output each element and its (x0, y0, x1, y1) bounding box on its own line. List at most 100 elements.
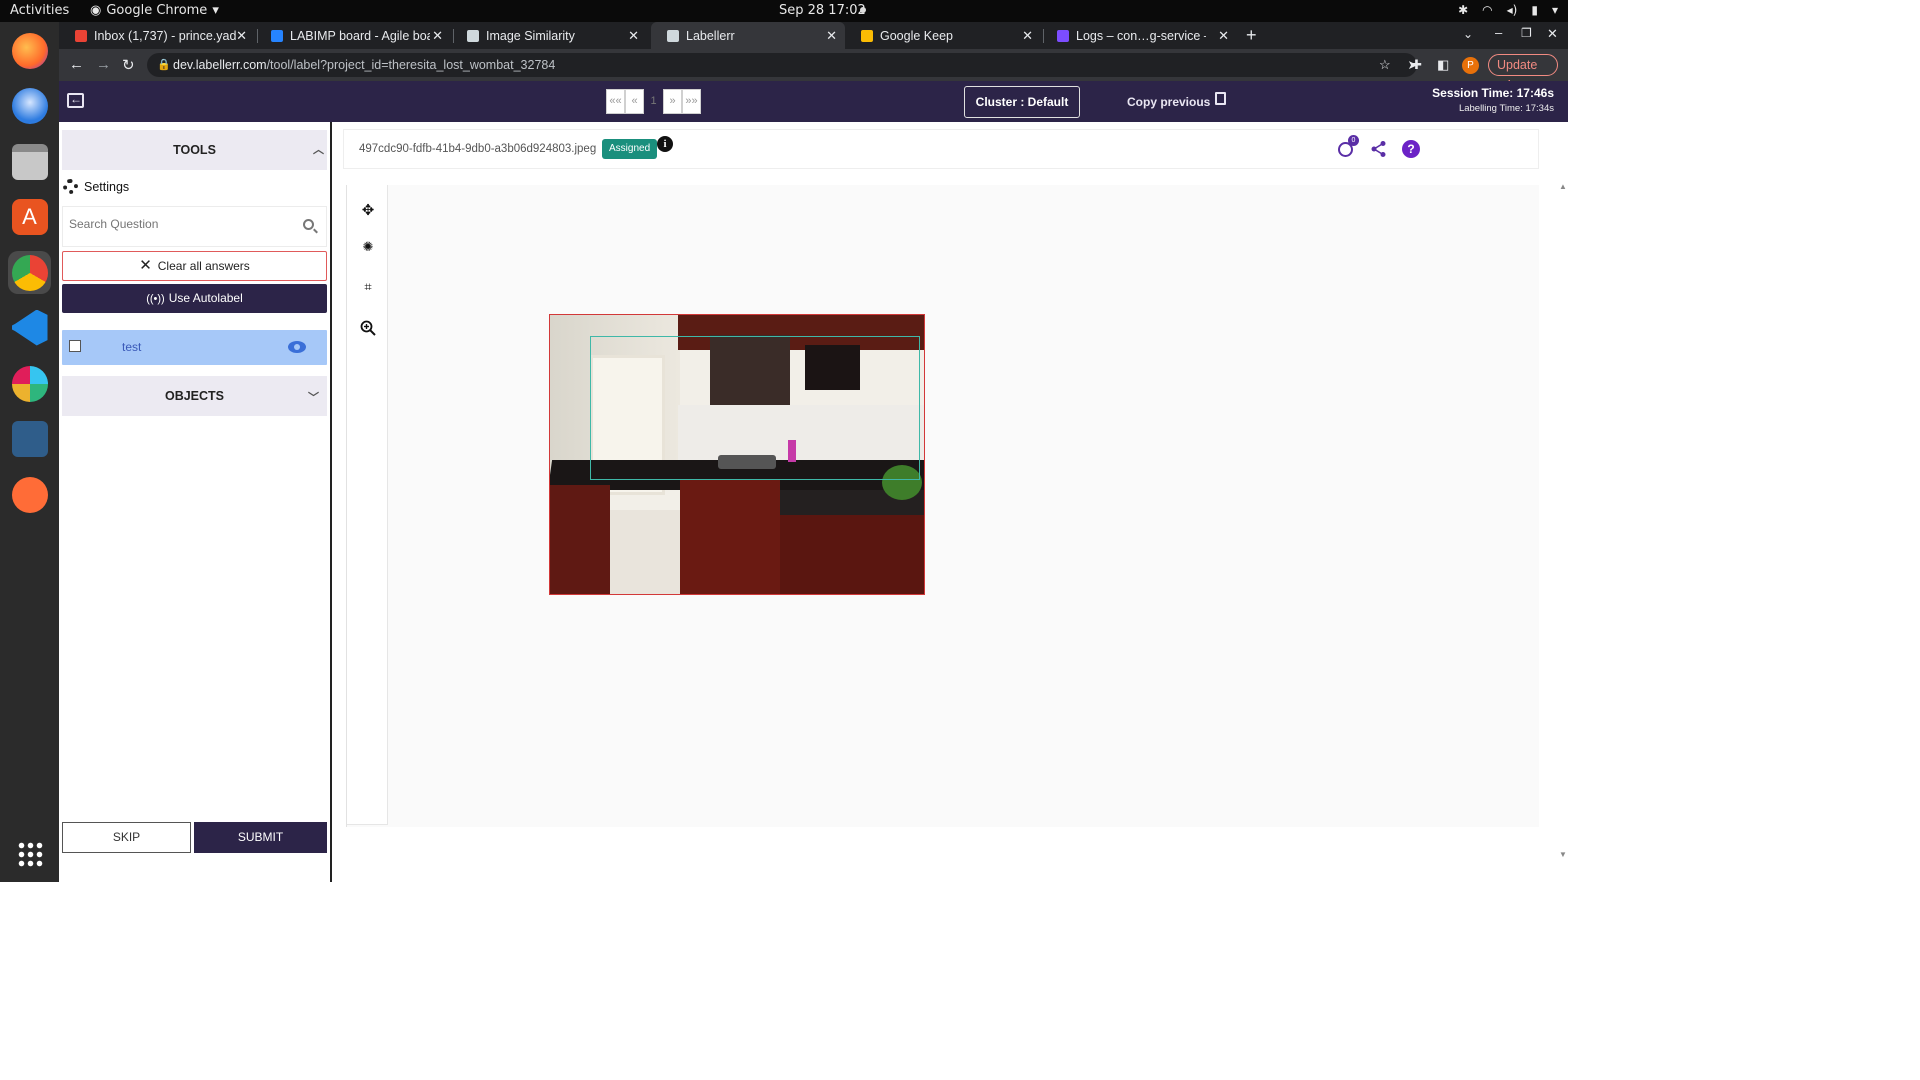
thunderbird-launcher[interactable] (8, 84, 51, 127)
copy-previous-label: Copy previous (1127, 95, 1211, 109)
file-name: 497cdc90-fdfb-41b4-9db0-a3b06d924803.jpe… (359, 143, 597, 155)
focus-icon[interactable]: ✺ (360, 239, 376, 255)
session-timers: Session Time: 17:46s Labelling Time: 17:… (1432, 86, 1554, 114)
objects-title: OBJECTS (164, 389, 225, 403)
slack-tray-icon[interactable]: ✱ (1458, 3, 1468, 17)
jira-favicon-icon (271, 29, 283, 42)
system-tray[interactable]: ✱ ◠ ◂) ▮ ▾ (1458, 3, 1558, 17)
scroll-down-icon[interactable]: ▼ (1559, 850, 1567, 859)
profile-avatar[interactable]: P (1462, 57, 1479, 74)
tools-header[interactable]: TOOLS ︿ (62, 130, 327, 170)
battery-icon[interactable]: ▮ (1531, 3, 1538, 17)
eye-icon[interactable] (288, 341, 306, 353)
tab-inbox[interactable]: Inbox (1,737) - prince.yad ✕ (59, 22, 255, 49)
search-icon[interactable] (303, 219, 314, 230)
window-close-icon[interactable]: ✕ (1547, 26, 1558, 42)
tool-checkbox[interactable] (69, 340, 81, 352)
side-panel-icon[interactable]: ◧ (1437, 57, 1449, 73)
close-icon[interactable]: ✕ (628, 28, 639, 44)
collapse-panel-icon[interactable] (67, 92, 84, 108)
clock[interactable]: Sep 28 17:02 (779, 3, 866, 18)
app-menu[interactable]: ◉ Google Chrome ▾ (90, 3, 219, 18)
chevron-down-icon: ﹀ (308, 392, 319, 404)
history-count: 0 (1348, 135, 1359, 146)
crop-icon[interactable]: ⌗ (360, 279, 376, 295)
tool-item-label: test (122, 340, 142, 354)
volume-icon[interactable]: ◂) (1507, 3, 1518, 17)
current-page[interactable]: 1 (644, 89, 663, 114)
thunderbird-icon (11, 87, 48, 124)
move-icon[interactable]: ✥ (360, 203, 376, 219)
slack-launcher[interactable] (8, 362, 51, 405)
search-question-input[interactable] (69, 217, 289, 231)
files-launcher[interactable] (8, 140, 51, 183)
skip-button[interactable]: SKIP (62, 822, 191, 853)
session-time: Session Time: 17:46s (1432, 86, 1554, 100)
postman-launcher[interactable] (8, 473, 51, 516)
bookmark-star-icon[interactable]: ☆ (1379, 57, 1391, 73)
autolabel-label: Use Autolabel (168, 291, 243, 305)
minimize-icon[interactable]: – (1495, 25, 1502, 40)
activities-button[interactable]: Activities (10, 3, 69, 18)
first-page-button[interactable]: «« (606, 89, 625, 114)
close-icon[interactable]: ✕ (432, 28, 443, 44)
firefox-icon (11, 32, 48, 69)
forward-icon[interactable]: → (96, 56, 111, 73)
last-page-button[interactable]: »» (682, 89, 701, 114)
zoom-in-icon[interactable] (360, 320, 376, 336)
clear-all-answers-button[interactable]: ✕ Clear all answers (62, 251, 327, 281)
firefox-launcher[interactable] (8, 29, 51, 72)
wifi-icon[interactable]: ◠ (1482, 3, 1492, 17)
annotation-canvas[interactable]: ✥ ✺ ⌗ (346, 185, 1539, 827)
use-autolabel-button[interactable]: ((•)) Use Autolabel (62, 284, 327, 313)
vertical-scrollbar[interactable]: ▲ ▼ (1558, 182, 1568, 862)
history-icon[interactable]: 0 (1337, 135, 1359, 158)
tools-title: TOOLS (173, 143, 216, 157)
cluster-button[interactable]: Cluster : Default (964, 86, 1080, 118)
status-badge: Assigned (602, 139, 658, 159)
postman-icon (11, 476, 48, 513)
reload-icon[interactable]: ↻ (122, 56, 135, 74)
caret-down-icon: ▾ (212, 3, 219, 18)
scroll-up-icon[interactable]: ▲ (1559, 182, 1567, 191)
tab-search-icon[interactable]: ⌄ (1463, 27, 1473, 41)
system-top-bar: Activities ◉ Google Chrome ▾ Sep 28 17:0… (0, 0, 1568, 22)
bounding-box[interactable] (590, 336, 920, 480)
tab-google-keep[interactable]: Google Keep ✕ (845, 22, 1041, 49)
maximize-icon[interactable]: ❐ (1521, 26, 1532, 40)
info-icon[interactable]: i (657, 136, 673, 152)
share-icon[interactable] (1370, 140, 1388, 158)
update-button[interactable]: Update ⋮ (1488, 54, 1558, 92)
settings-link[interactable]: Settings (63, 179, 129, 194)
show-apps-launcher[interactable] (8, 832, 51, 875)
image-region (610, 510, 690, 594)
tab-title: LABIMP board - Agile boa (290, 28, 430, 43)
close-icon[interactable]: ✕ (826, 28, 837, 44)
submit-button[interactable]: SUBMIT (194, 822, 327, 853)
tool-item-test[interactable]: test (62, 330, 327, 365)
extensions-icon[interactable]: ✚ (1411, 57, 1422, 73)
back-icon[interactable]: ← (69, 56, 84, 73)
objects-header[interactable]: OBJECTS ﹀ (62, 376, 327, 416)
close-icon[interactable]: ✕ (1022, 28, 1033, 44)
power-menu-icon[interactable]: ▾ (1552, 3, 1558, 17)
close-icon[interactable]: ✕ (1218, 28, 1229, 44)
next-page-button[interactable]: » (663, 89, 682, 114)
copy-previous-button[interactable]: Copy previous (1114, 86, 1231, 118)
prev-page-button[interactable]: « (625, 89, 644, 114)
software-launcher[interactable]: A (8, 195, 51, 238)
chrome-launcher[interactable] (8, 251, 51, 294)
tab-logs[interactable]: Logs – con…g-service – C ✕ (1041, 22, 1237, 49)
files-icon (11, 143, 48, 180)
vscode-launcher[interactable] (8, 306, 51, 349)
tab-labellerr[interactable]: Labellerr ✕ (651, 22, 845, 49)
help-icon[interactable]: ? (1402, 140, 1420, 158)
tab-labimp-board[interactable]: LABIMP board - Agile boa ✕ (255, 22, 451, 49)
new-tab-icon[interactable]: + (1246, 25, 1257, 46)
close-icon[interactable]: ✕ (236, 28, 247, 44)
address-bar[interactable]: 🔒 dev.labellerr.com/tool/label?project_i… (147, 53, 1418, 77)
labellerr-favicon-icon (467, 29, 479, 42)
labeled-image[interactable] (549, 314, 925, 595)
mysql-workbench-launcher[interactable] (8, 417, 51, 460)
tab-image-similarity[interactable]: Image Similarity ✕ (451, 22, 647, 49)
